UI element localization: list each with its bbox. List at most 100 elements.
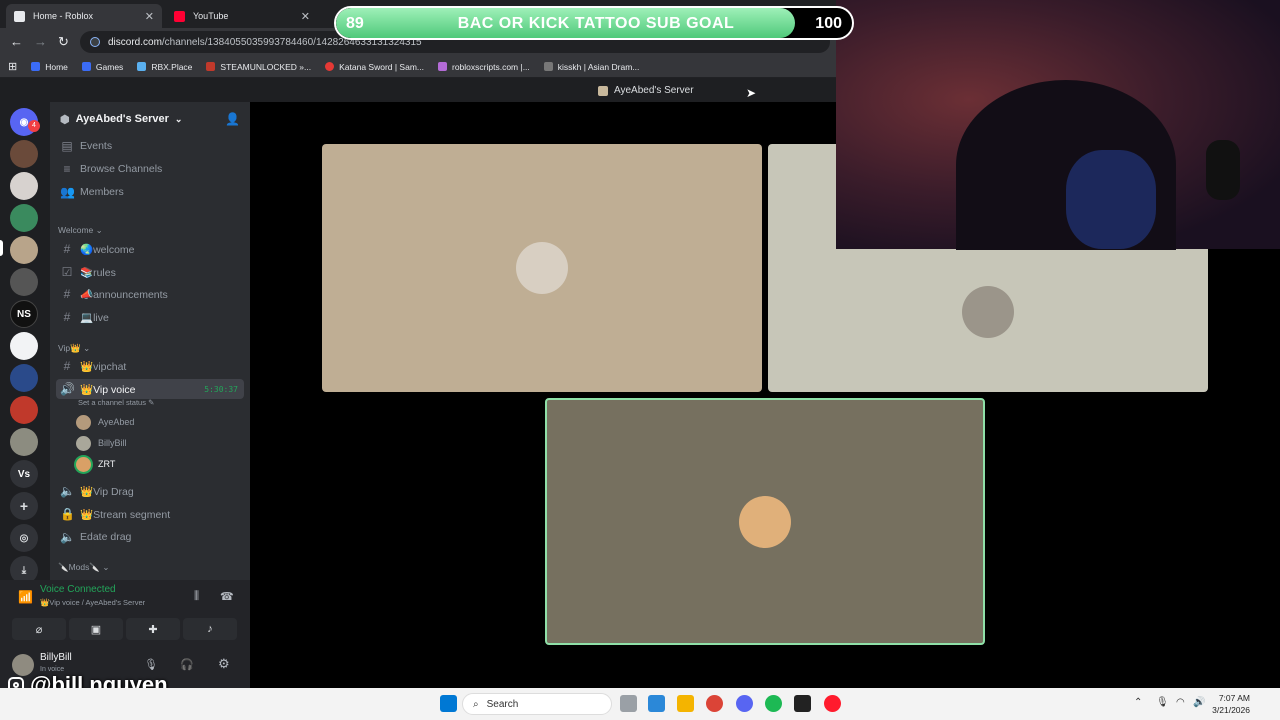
taskbar-search[interactable]: ⌕ Search <box>462 693 612 715</box>
clock[interactable]: 7:07 AM 3/21/2026 <box>1212 692 1250 716</box>
chrome-icon[interactable] <box>706 695 723 712</box>
server-icon-vs[interactable]: Vs <box>10 460 38 488</box>
close-icon[interactable]: ✕ <box>145 10 154 23</box>
voice-member[interactable]: BillyBill <box>76 434 127 452</box>
windows-start-icon[interactable] <box>440 695 457 712</box>
invite-icon[interactable]: 👤 <box>225 112 240 126</box>
site-info-icon[interactable] <box>90 37 100 47</box>
discord-icon[interactable] <box>736 695 753 712</box>
bookmark-rbxplace[interactable]: RBX.Place <box>137 62 192 72</box>
tab-youtube[interactable]: YouTube ✕ <box>166 4 318 28</box>
server-icon[interactable] <box>10 204 38 232</box>
app-icon[interactable] <box>794 695 811 712</box>
tab-label: Home - Roblox <box>33 11 94 21</box>
task-view-icon[interactable] <box>620 695 637 712</box>
goal-title: BAC OR KICK TATTOO SUB GOAL <box>457 15 735 32</box>
server-icon-ns[interactable]: NS <box>10 300 38 328</box>
mouse-cursor-icon: ➤ <box>746 86 757 100</box>
server-icon[interactable] <box>10 172 38 200</box>
camera-off-button[interactable]: ⌀ <box>12 618 66 640</box>
avatar <box>76 414 91 430</box>
channel-status[interactable]: Set a channel status ✎ <box>78 398 154 407</box>
nav-members[interactable]: 👥 Members <box>56 182 244 202</box>
opera-icon[interactable] <box>824 695 841 712</box>
server-icon[interactable] <box>10 332 38 360</box>
bookmark-label: kisskh | Asian Dram... <box>557 61 640 72</box>
screen-share-button[interactable]: ▣ <box>69 618 123 640</box>
search-icon: ⌕ <box>473 698 479 710</box>
bookmark-steamunlocked[interactable]: STEAMUNLOCKED »... <box>206 62 311 72</box>
category-mods[interactable]: 🔪Mods🔪 ⌄ <box>58 562 109 573</box>
server-icon[interactable] <box>10 140 38 168</box>
channel-welcome[interactable]: # 🌏welcome <box>56 239 244 259</box>
microphone-icon[interactable]: 🎙 <box>144 658 158 671</box>
apps-icon[interactable]: ⊞ <box>8 60 17 73</box>
voice-member-speaking[interactable]: ZRT <box>76 455 115 473</box>
pencil-icon: ✎ <box>148 398 155 407</box>
microphone-icon[interactable]: 🎙 <box>1156 697 1169 708</box>
speaker-icon: 🔈 <box>60 530 75 544</box>
bookmark-robloxscripts[interactable]: robloxscripts.com |... <box>438 62 530 72</box>
reload-icon[interactable]: ↻ <box>58 34 69 50</box>
clock-date: 3/21/2026 <box>1212 705 1250 715</box>
bookmark-katana[interactable]: Katana Sword | Sam... <box>325 62 424 72</box>
bookmark-kisskh[interactable]: kisskh | Asian Dram... <box>543 61 640 72</box>
kisskh-icon <box>543 62 553 71</box>
file-explorer-icon[interactable] <box>677 695 694 712</box>
close-icon[interactable]: ✕ <box>301 10 310 23</box>
discover-icon[interactable]: ◎ <box>10 524 38 552</box>
mention-badge: 4 <box>28 120 40 132</box>
volume-icon[interactable]: 🔊 <box>1193 697 1205 708</box>
bookmark-home[interactable]: Home <box>31 62 68 72</box>
server-icon[interactable] <box>10 428 38 456</box>
katana-icon <box>325 62 335 71</box>
avatar <box>962 286 1014 338</box>
server-icon[interactable] <box>10 396 38 424</box>
nav-events[interactable]: ▤ Events <box>56 136 244 156</box>
headphones-icon[interactable]: 🎧 <box>180 658 194 671</box>
widgets-icon[interactable] <box>648 695 665 712</box>
server-icon[interactable] <box>10 268 38 296</box>
participant-tile-speaking[interactable] <box>545 398 985 645</box>
speaker-icon: 🔊 <box>60 382 75 396</box>
steam-icon <box>206 62 216 71</box>
channel-announcements[interactable]: # 📣announcements <box>56 284 244 304</box>
category-vip[interactable]: Vip👑 ⌄ <box>58 343 90 354</box>
member-name: AyeAbed <box>98 417 135 427</box>
category-welcome[interactable]: Welcome ⌄ <box>58 225 103 236</box>
selected-server-indicator <box>0 240 3 256</box>
channel-edate-drag[interactable]: 🔈 Edate drag <box>56 527 244 547</box>
voice-member[interactable]: AyeAbed <box>76 413 134 431</box>
channel-stream-segment[interactable]: 🔒 👑Stream segment <box>56 504 244 524</box>
channel-live[interactable]: # 💻live <box>56 307 244 327</box>
tab-roblox[interactable]: Home - Roblox ✕ <box>6 4 162 28</box>
activities-button[interactable]: ✚ <box>126 618 180 640</box>
server-icon[interactable] <box>10 364 38 392</box>
forward-icon[interactable]: → <box>34 34 47 49</box>
channel-vip-drag[interactable]: 🔈 👑Vip Drag <box>56 481 244 501</box>
channel-rules[interactable]: ☑ 📚rules <box>56 262 244 282</box>
channel-vipchat[interactable]: # 👑vipchat <box>56 356 244 376</box>
server-header[interactable]: ⬢ AyeAbed's Server ⌄ 👤 <box>50 102 250 136</box>
channel-vip-voice[interactable]: 🔊 👑Vip voice 5:30:37 <box>56 379 244 399</box>
wifi-icon[interactable]: ◠ <box>1176 697 1185 708</box>
window-title-text: AyeAbed's Server <box>614 85 694 96</box>
voice-connected-label[interactable]: Voice Connected <box>40 584 116 595</box>
server-badge-icon: ⬢ <box>60 113 70 126</box>
spotify-icon[interactable] <box>765 695 782 712</box>
nav-browse-channels[interactable]: ≡ Browse Channels <box>56 159 244 179</box>
add-server-icon[interactable]: + <box>10 492 38 520</box>
back-icon[interactable]: ← <box>10 34 23 49</box>
soundboard-button[interactable]: ♪ <box>183 618 237 640</box>
bookmark-games[interactable]: Games <box>81 62 123 72</box>
rules-icon: ☑ <box>61 265 73 279</box>
server-icon <box>598 85 608 96</box>
participant-tile[interactable] <box>322 144 762 392</box>
disconnect-icon[interactable]: ☎ <box>220 590 234 603</box>
chevron-up-icon[interactable]: ⌃ <box>1134 697 1142 708</box>
server-icon-active[interactable] <box>10 236 38 264</box>
noise-suppression-icon[interactable]: ⫼ <box>194 590 199 603</box>
voice-channel-path[interactable]: 👑Vip voice / AyeAbed's Server <box>40 598 145 607</box>
settings-gear-icon[interactable]: ⚙ <box>218 656 230 672</box>
roblox-icon <box>14 10 25 22</box>
